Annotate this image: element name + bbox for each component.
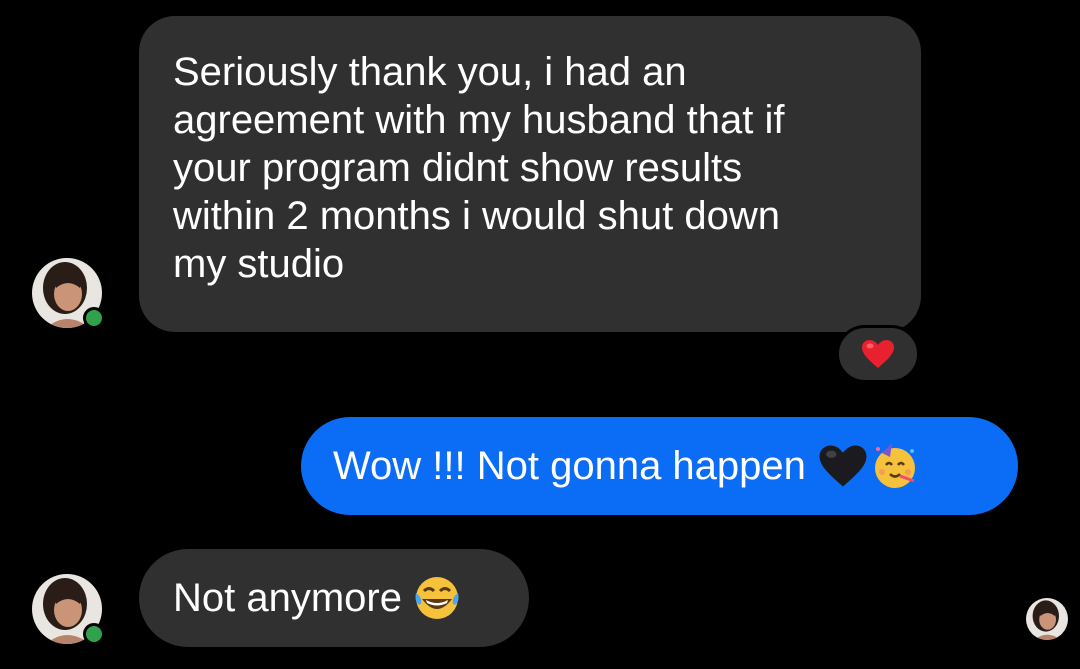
- read-receipt-avatar: [1026, 598, 1068, 640]
- message-text: Not anymore: [173, 576, 402, 620]
- incoming-message-bubble[interactable]: Not anymore: [139, 549, 529, 647]
- incoming-message-bubble[interactable]: Seriously thank you, i had an agreement …: [139, 16, 921, 332]
- black-heart-emoji-icon: [818, 444, 868, 488]
- read-receipt-avatar-image: [1026, 598, 1068, 640]
- contact-avatar[interactable]: [32, 258, 105, 329]
- message-text-line: your program didnt show results: [173, 146, 743, 190]
- message-text-line: Seriously thank you, i had an: [173, 50, 687, 94]
- outgoing-message-bubble[interactable]: Wow !!! Not gonna happen: [301, 417, 1018, 515]
- contact-avatar[interactable]: [32, 574, 105, 645]
- message-text-line: my studio: [173, 242, 345, 286]
- message-text-line: agreement with my husband that if: [173, 98, 785, 142]
- message-reaction-badge[interactable]: [836, 325, 920, 383]
- online-status-indicator: [83, 623, 105, 645]
- partying-face-emoji-icon: [870, 441, 920, 491]
- message-text-line: within 2 months i would shut down: [173, 194, 780, 238]
- message-text: Wow !!! Not gonna happen: [333, 444, 806, 488]
- tears-of-joy-emoji-icon: [412, 573, 462, 623]
- heart-emoji-icon: [862, 340, 894, 368]
- online-status-indicator: [83, 307, 105, 329]
